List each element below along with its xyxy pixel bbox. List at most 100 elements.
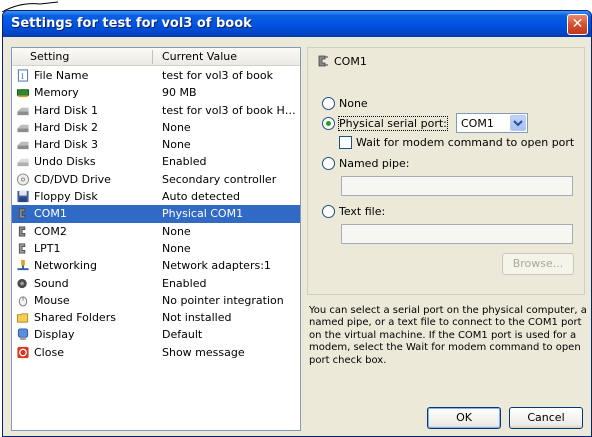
list-item-value: test for vol3 of book (162, 69, 273, 82)
mouse-icon (18, 296, 28, 307)
radio-physical-serial-port-label[interactable]: Physical serial port: (338, 116, 448, 131)
list-item-setting: LPT1 (34, 241, 61, 255)
named-pipe-input[interactable] (341, 176, 573, 196)
radio-physical-serial-port[interactable] (322, 117, 335, 130)
list-item-value: None (162, 138, 191, 152)
list-item-value: Not installed (162, 311, 232, 325)
panel-title-text: COM1 (334, 54, 367, 68)
parallel-port-icon (18, 243, 26, 254)
list-item-setting: Shared Folders (34, 311, 116, 325)
hard-disk-icon (17, 124, 29, 133)
list-item-value: Auto detected (162, 190, 240, 204)
list-item-hard-disk-3[interactable]: Hard Disk 3 None (12, 136, 300, 153)
list-item-setting: Hard Disk 2 (34, 120, 98, 134)
list-item-shared-folders[interactable]: Shared Folders Not installed (12, 309, 300, 326)
com1-config-panel: COM1 None Physical serial port: COM1 Wai… (307, 47, 585, 295)
settings-list[interactable]: Setting Current Value i File Name test for… (11, 47, 301, 431)
list-item-file-name[interactable]: i File Name test for vol3 of book (12, 67, 300, 84)
wait-for-modem-label[interactable]: Wait for modem command to open port (356, 136, 574, 149)
list-item-value: test for vol3 of book Ha... (162, 103, 298, 117)
list-header: Setting Current Value (12, 48, 300, 66)
list-item-setting: File Name (34, 69, 89, 82)
list-item-setting: Hard Disk 3 (34, 138, 98, 152)
list-item-value: None (162, 241, 191, 255)
list-item-value: Secondary controller (162, 172, 277, 186)
column-header-setting[interactable]: Setting (30, 50, 69, 63)
radio-none-label[interactable]: None (339, 97, 368, 110)
list-item-value: 90 MB (162, 86, 197, 100)
list-item-value: None (162, 120, 191, 134)
list-item-networking[interactable]: Networking Network adapters:1 (12, 257, 300, 274)
display-icon (17, 328, 29, 341)
list-item-undo-disks[interactable]: Undo Disks Enabled (12, 153, 300, 170)
list-item-cd-dvd-drive[interactable]: CD/DVD Drive Secondary controller (12, 171, 300, 188)
list-item-value: Show message (162, 345, 245, 359)
browse-button[interactable]: Browse... (502, 253, 574, 275)
close-action-icon (17, 346, 29, 358)
radio-none[interactable] (322, 97, 335, 110)
settings-rows: i File Name test for vol3 of book Memory 90 … (12, 67, 300, 361)
svg-text:i: i (21, 71, 24, 81)
list-item-setting: Hard Disk 1 (34, 103, 98, 117)
floppy-icon (17, 191, 29, 203)
list-item-sound[interactable]: Sound Enabled (12, 275, 300, 292)
list-item-setting: Display (34, 328, 75, 342)
memory-icon (16, 89, 30, 98)
panel-title: COM1 (316, 54, 367, 68)
list-item-value: No pointer integration (162, 293, 284, 307)
list-item-value: Network adapters:1 (162, 259, 271, 273)
list-item-value: Enabled (162, 155, 207, 169)
list-item-com1[interactable]: COM1 Physical COM1 (12, 205, 300, 223)
list-item-lpt1[interactable]: LPT1 None (12, 240, 300, 257)
list-item-hard-disk-2[interactable]: Hard Disk 2 None (12, 119, 300, 136)
list-item-memory[interactable]: Memory 90 MB (12, 84, 300, 101)
undo-disk-icon (17, 159, 29, 167)
folder-icon (16, 313, 29, 323)
wait-for-modem-checkbox[interactable] (339, 136, 352, 149)
serial-port-select-value: COM1 (461, 117, 494, 130)
serial-port-icon (18, 208, 26, 219)
hard-disk-icon (17, 107, 29, 115)
list-item-setting: Memory (34, 86, 79, 100)
hard-disk-icon (17, 141, 29, 150)
list-item-value: Physical COM1 (162, 207, 244, 221)
list-item-setting: Close (34, 345, 64, 359)
list-item-value: None (162, 224, 191, 238)
list-item-setting: CD/DVD Drive (34, 172, 111, 186)
title-bar[interactable]: Settings for test for vol3 of book ✕ (3, 11, 591, 37)
close-button[interactable]: ✕ (567, 14, 588, 35)
list-item-close[interactable]: Close Show message (12, 344, 300, 361)
help-text: You can select a serial port on the phys… (309, 305, 587, 366)
list-item-setting: Sound (34, 276, 69, 290)
ok-button[interactable]: OK (427, 407, 501, 429)
list-item-floppy-disk[interactable]: Floppy Disk Auto detected (12, 188, 300, 205)
list-item-mouse[interactable]: Mouse No pointer integration (12, 292, 300, 309)
radio-text-file-label[interactable]: Text file: (339, 205, 385, 218)
list-item-com2[interactable]: COM2 None (12, 223, 300, 240)
column-divider[interactable] (152, 50, 153, 64)
serial-port-icon (18, 226, 26, 237)
text-file-input[interactable] (341, 224, 573, 244)
cancel-button[interactable]: Cancel (509, 407, 583, 429)
window-title: Settings for test for vol3 of book (11, 16, 252, 31)
file-icon: i (17, 69, 29, 82)
list-item-setting: COM1 (34, 207, 67, 221)
radio-named-pipe[interactable] (322, 157, 335, 170)
list-item-display[interactable]: Display Default (12, 326, 300, 343)
serial-port-select[interactable]: COM1 (456, 113, 528, 133)
network-icon (17, 260, 29, 271)
chevron-down-icon[interactable] (510, 115, 526, 131)
radio-text-file[interactable] (322, 205, 335, 218)
list-item-setting: Undo Disks (34, 155, 96, 169)
list-item-setting: Networking (34, 259, 97, 273)
list-item-setting: Floppy Disk (34, 190, 98, 204)
list-item-setting: COM2 (34, 224, 67, 238)
radio-named-pipe-label[interactable]: Named pipe: (339, 157, 409, 170)
list-item-setting: Mouse (34, 293, 70, 307)
sound-icon (17, 278, 27, 288)
serial-port-icon (318, 55, 328, 67)
cd-dvd-icon (16, 173, 30, 186)
settings-dialog: Settings for test for vol3 of book ✕ Set… (2, 10, 592, 437)
list-item-hard-disk-1[interactable]: Hard Disk 1 test for vol3 of book Ha... (12, 102, 300, 119)
column-header-value[interactable]: Current Value (162, 50, 237, 63)
